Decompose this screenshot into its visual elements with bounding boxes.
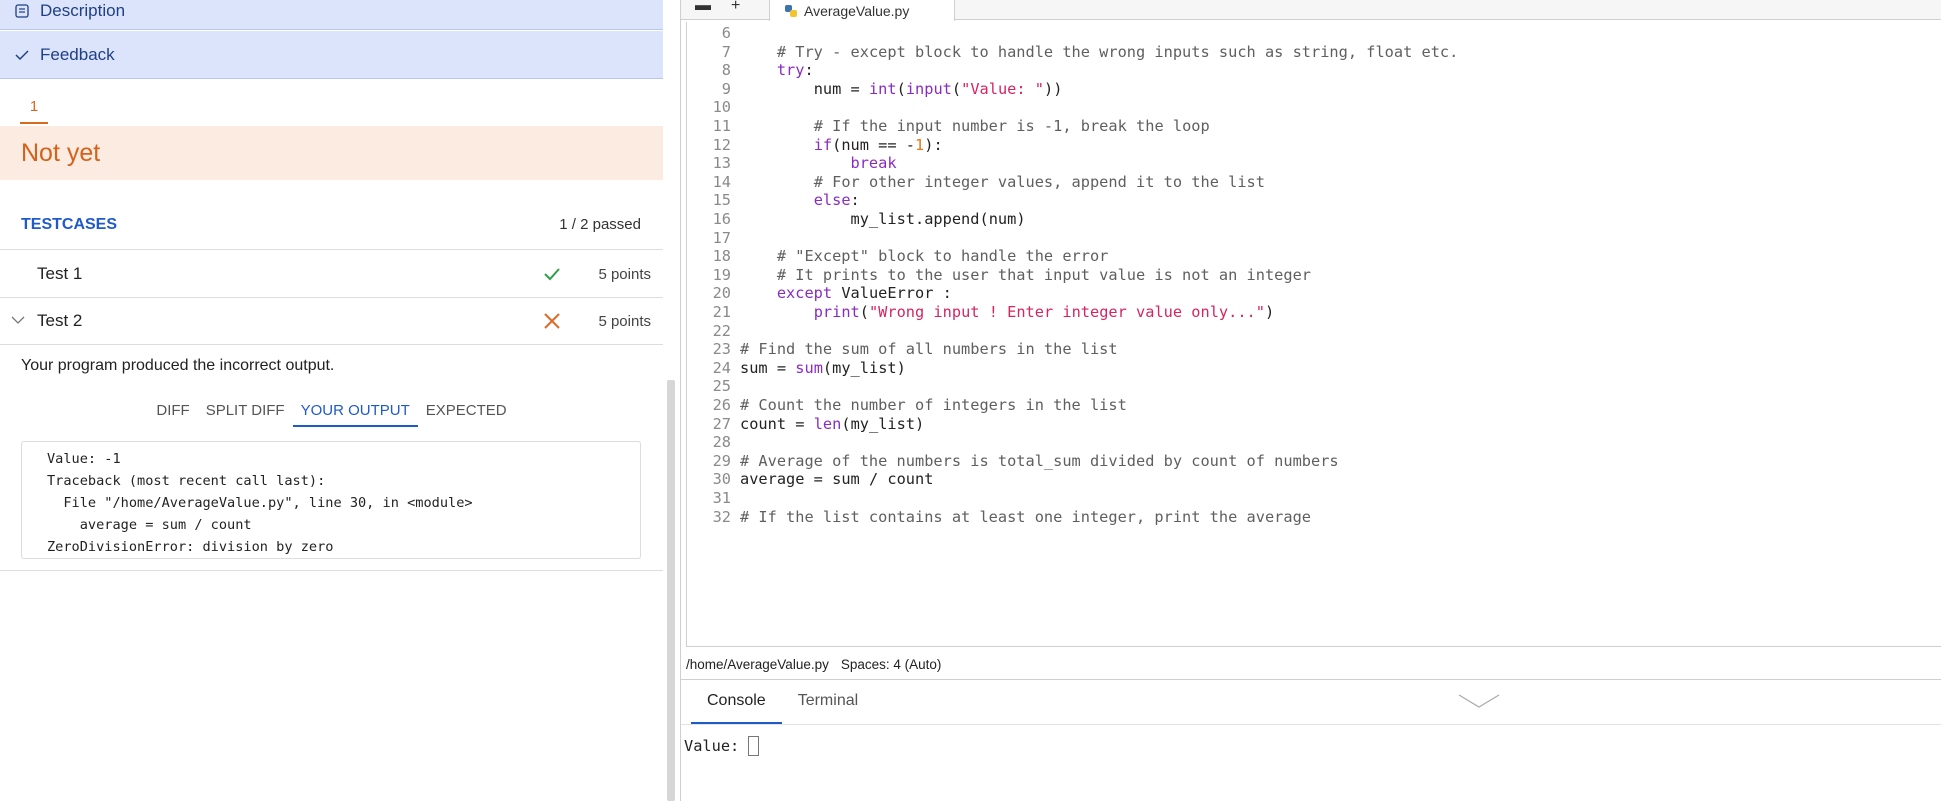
- code-text: # It prints to the user that input value…: [776, 265, 1311, 284]
- status-spaces[interactable]: Spaces: 4 (Auto): [841, 657, 942, 672]
- code-text: if(num == -1):: [813, 135, 943, 154]
- file-tab-label: AverageValue.py: [804, 2, 910, 19]
- passed-summary: 1 / 2 passed: [559, 216, 641, 233]
- output-tabs: DIFF SPLIT DIFF YOUR OUTPUT EXPECTED: [0, 400, 663, 427]
- code-text: # For other integer values, append it to…: [813, 172, 1265, 191]
- status-path: /home/AverageValue.py: [686, 656, 829, 672]
- check-icon: [15, 49, 29, 60]
- program-output: Value: -1 Traceback (most recent call la…: [21, 441, 641, 559]
- files-icon[interactable]: ▬: [695, 0, 711, 14]
- code-text: num = int(input("Value: ")): [813, 79, 1063, 98]
- attempt-tab[interactable]: 1: [20, 98, 48, 124]
- output-line: Value: -1: [47, 451, 121, 467]
- document-icon: [15, 3, 29, 18]
- chevron-down-icon[interactable]: [1457, 692, 1501, 710]
- console-output[interactable]: Value:: [684, 736, 760, 756]
- test-points: 5 points: [598, 265, 651, 283]
- code-editor[interactable]: 67 # Try - except block to handle the wr…: [686, 22, 1941, 647]
- code-text: print("Wrong input ! Enter integer value…: [813, 303, 1275, 321]
- console-text: Value:: [684, 737, 740, 755]
- tab-diff[interactable]: DIFF: [148, 400, 197, 427]
- cross-icon: [544, 313, 560, 329]
- feedback-label: Feedback: [40, 44, 115, 64]
- divider: [0, 570, 663, 571]
- code-text: except ValueError :: [776, 284, 952, 303]
- tab-your-output[interactable]: YOUR OUTPUT: [292, 400, 418, 427]
- chevron-down-icon[interactable]: [10, 312, 26, 328]
- tab-split-diff[interactable]: SPLIT DIFF: [198, 400, 293, 427]
- test-name: Test 2: [37, 311, 83, 330]
- check-icon: [544, 268, 560, 281]
- code-text: my_list.append(num): [850, 210, 1026, 228]
- left-panel-scrollbar[interactable]: [667, 380, 675, 801]
- test-points: 5 points: [598, 312, 651, 330]
- output-line: File "/home/AverageValue.py", line 30, i…: [47, 495, 473, 511]
- add-file-icon[interactable]: +: [731, 0, 740, 14]
- output-line: average = sum / count: [47, 517, 252, 533]
- test-name: Test 1: [37, 264, 83, 283]
- feedback-panel: Description Feedback 1 Not yet TESTCASES…: [0, 0, 663, 801]
- description-label: Description: [40, 0, 126, 20]
- console-panel: Console Terminal Value:: [681, 679, 1941, 801]
- test-row[interactable]: Test 2 5 points: [0, 298, 663, 345]
- testcases-title: TESTCASES: [21, 215, 118, 233]
- code-text: sum = sum(my_list): [740, 358, 906, 377]
- result-message: Your program produced the incorrect outp…: [21, 357, 335, 374]
- code-text: break: [850, 154, 897, 173]
- code-text: # If the list contains at least one inte…: [740, 507, 1311, 526]
- divider: [681, 724, 1941, 725]
- file-tab[interactable]: AverageValue.py: [769, 0, 955, 21]
- code-text: # Try - except block to handle the wrong…: [776, 42, 1459, 61]
- status-text: Not yet: [21, 138, 101, 167]
- output-line: Traceback (most recent call last):: [47, 473, 326, 489]
- code-text: else:: [813, 191, 860, 210]
- tab-terminal[interactable]: Terminal: [782, 680, 874, 724]
- console-tabs: Console Terminal: [691, 680, 874, 724]
- editor-statusbar: /home/AverageValue.py Spaces: 4 (Auto): [686, 652, 953, 676]
- code-text: count = len(my_list): [740, 414, 925, 433]
- code-text: # Average of the numbers is total_sum di…: [740, 451, 1339, 470]
- code-text: try:: [776, 61, 814, 80]
- code-line[interactable]: 32 # If the list contains at least one in…: [687, 506, 1937, 529]
- code-text: # If the input number is -1, break the l…: [813, 117, 1210, 135]
- test-row[interactable]: Test 1 5 points: [0, 251, 663, 298]
- input-cursor[interactable]: [748, 736, 760, 756]
- code-text: # Find the sum of all numbers in the lis…: [740, 340, 1118, 359]
- tab-expected[interactable]: EXPECTED: [418, 400, 515, 427]
- output-line: ZeroDivisionError: division by zero: [47, 539, 334, 555]
- code-text: average = sum / count: [740, 470, 934, 489]
- tab-console[interactable]: Console: [691, 680, 782, 724]
- code-workspace: ▬ + AverageValue.py 67 # Try - except bl…: [680, 0, 1941, 801]
- status-banner: Not yet: [0, 126, 663, 180]
- python-icon: [785, 4, 797, 17]
- code-text: # Count the number of integers in the li…: [740, 396, 1127, 414]
- description-accordion[interactable]: Description: [0, 0, 663, 30]
- feedback-accordion[interactable]: Feedback: [0, 31, 663, 79]
- line-number: 32: [712, 507, 731, 526]
- code-text: # "Except" block to handle the error: [776, 247, 1109, 266]
- testcases-header: TESTCASES 1 / 2 passed: [0, 200, 663, 250]
- editor-tabbar: ▬ + AverageValue.py: [681, 0, 1941, 21]
